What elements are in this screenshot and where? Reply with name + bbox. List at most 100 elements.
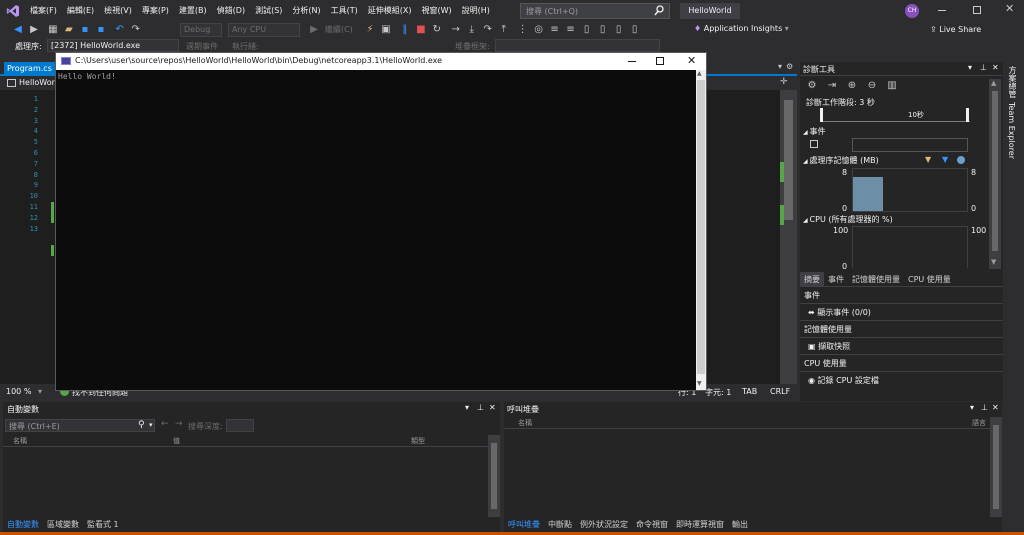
tab-summary[interactable]: 摘要 [800,272,824,287]
bookmark-prev-icon[interactable]: ▯ [596,23,610,37]
tab-program-cs[interactable]: Program.cs [4,62,55,76]
chevron-down-icon[interactable]: ▾ [149,421,153,429]
menu-extensions[interactable]: 延伸模組(X) [363,0,417,22]
console-title-bar[interactable]: C:\Users\user\source\repos\HelloWorld\He… [56,53,706,70]
menu-tools[interactable]: 工具(T) [326,0,363,22]
record-cpu-button[interactable]: ◉ 記錄 CPU 設定檔 [800,372,1003,389]
diag-scrollbar[interactable]: ▲ ▼ [989,79,1001,269]
events-header[interactable]: ◢ 事件 [803,126,826,137]
menu-view[interactable]: 檢視(V) [99,0,137,22]
autos-col-name[interactable]: 名稱 [13,436,27,446]
tab-events[interactable]: 事件 [824,272,848,287]
autos-search-box[interactable]: 搜尋 (Ctrl+E) ⚲ ▾ [5,419,155,432]
bookmark-clear-icon[interactable]: ▯ [628,23,642,37]
hot-reload-icon[interactable]: ⚡ [363,23,377,37]
diag-export-icon[interactable]: ⇥ [825,79,839,93]
autos-col-value[interactable]: 值 [173,436,180,446]
bookmark-icon[interactable]: ▯ [580,23,594,37]
menu-window[interactable]: 視窗(W) [417,0,457,22]
menu-edit[interactable]: 編輯(E) [62,0,99,22]
callstack-scrollbar[interactable] [990,417,1002,517]
scrollbar-thumb[interactable] [784,100,793,220]
menu-help[interactable]: 說明(H) [457,0,495,22]
user-avatar[interactable]: CH [905,4,919,18]
scroll-down-icon[interactable]: ▼ [697,380,702,387]
pause-icon[interactable]: ‖ [398,23,412,37]
continue-icon[interactable]: ▶ [307,23,321,37]
tab-mode[interactable]: TAB [742,387,757,396]
platform-select[interactable]: Any CPU [228,23,300,37]
tab-watch-1[interactable]: 監看式 1 [83,517,123,532]
console-window[interactable]: C:\Users\user\source\repos\HelloWorld\He… [55,52,707,391]
timeline-start-handle[interactable] [820,108,823,122]
lifecycle-events-button[interactable]: 週期事件 [186,41,218,52]
tab-locals[interactable]: 區域變數 [43,517,83,532]
scroll-up-icon[interactable]: ▲ [697,70,702,77]
panel-close-icon[interactable]: ✕ [992,63,999,72]
zoom-out-icon[interactable]: ⊖ [865,79,879,93]
thread-icon[interactable]: ⋮ [516,23,530,37]
scroll-up-icon[interactable]: ▲ [991,79,996,87]
zoom-in-icon[interactable]: ⊕ [845,79,859,93]
undo-icon[interactable]: ↶ [113,23,127,37]
editor-settings-icon[interactable]: ⚙ [786,62,793,71]
diag-scrollbar-thumb[interactable] [992,91,998,251]
search-depth-select[interactable] [226,419,254,432]
tab-command-window[interactable]: 命令視窗 [632,517,672,532]
continue-button[interactable]: 繼續(C) [325,25,353,34]
panel-menu-icon[interactable]: ▾ [970,403,974,412]
show-events-link[interactable]: ⬌ 顯示事件 (0/0) [800,304,1003,321]
process-icon[interactable]: ▣ [379,23,393,37]
side-tab-team-explorer[interactable]: Team Explorer [1007,102,1016,159]
back-icon[interactable]: ◀ [11,23,25,37]
search-box[interactable]: 搜尋 (Ctrl+Q) [520,3,670,19]
console-scrollbar[interactable]: ▲ ▼ [696,70,706,390]
show-next-statement-icon[interactable]: → [449,23,463,37]
tab-cpu-usage[interactable]: CPU 使用量 [904,272,955,287]
comment-icon[interactable]: ≡ [548,23,562,37]
take-snapshot-button[interactable]: ▣ 擷取快照 [800,338,1003,355]
menu-file[interactable]: 檔案(F) [25,0,62,22]
pin-icon[interactable]: ⊥ [477,403,484,412]
nav-expand-icon[interactable]: ✛ [780,77,788,87]
uncomment-icon[interactable]: ≡ [564,23,578,37]
app-insights-button[interactable]: Application Insights [704,24,783,33]
callstack-col-language[interactable]: 語言 [972,418,986,428]
process-select[interactable]: [2372] HelloWorld.exe [47,39,179,52]
diag-settings-icon[interactable]: ⚙ [805,79,819,93]
panel-menu-icon[interactable]: ▾ [465,403,469,412]
breakpoint-icon[interactable]: ◎ [532,23,546,37]
pin-icon[interactable]: ⊥ [981,403,988,412]
chevron-down-icon[interactable]: ▾ [38,387,42,396]
console-minimize-icon[interactable] [628,61,636,62]
panel-close-icon[interactable]: ✕ [489,403,496,412]
console-close-icon[interactable]: ✕ [687,54,696,67]
cpu-header[interactable]: ◢ CPU (所有處理器的 %) [803,214,893,225]
vertical-scrollbar[interactable] [780,90,797,384]
menu-project[interactable]: 專案(P) [137,0,174,22]
tab-call-stack[interactable]: 呼叫堆疊 [504,517,544,532]
panel-menu-icon[interactable]: ▾ [968,63,972,72]
redo-icon[interactable]: ↷ [129,23,143,37]
tab-autos[interactable]: 自動變數 [3,517,43,532]
menu-test[interactable]: 測試(S) [250,0,287,22]
tab-immediate-window[interactable]: 即時運算視窗 [672,517,728,532]
step-out-icon[interactable]: ⤒ [497,23,511,37]
save-all-icon[interactable]: ▪ [94,23,108,37]
callstack-scrollbar-thumb[interactable] [993,425,999,509]
search-forward-icon[interactable]: → [175,419,183,429]
pin-icon[interactable]: ⊥ [980,63,987,72]
bookmark-next-icon[interactable]: ▯ [612,23,626,37]
chevron-down-icon[interactable]: ▾ [785,24,789,33]
tab-breakpoints[interactable]: 中斷點 [544,517,576,532]
tab-pin-icon[interactable]: ▾ [778,62,782,71]
minimize-icon[interactable] [938,10,946,11]
forward-icon[interactable]: ▶ [27,23,41,37]
stop-icon[interactable]: ■ [414,23,428,37]
step-over-icon[interactable]: ↷ [481,23,495,37]
reset-zoom-icon[interactable]: ▥ [885,79,899,93]
new-project-icon[interactable]: ▦ [46,23,60,37]
tab-exception-settings[interactable]: 例外狀況設定 [576,517,632,532]
tab-output[interactable]: 輸出 [728,517,752,532]
autos-col-type[interactable]: 類型 [411,436,425,446]
